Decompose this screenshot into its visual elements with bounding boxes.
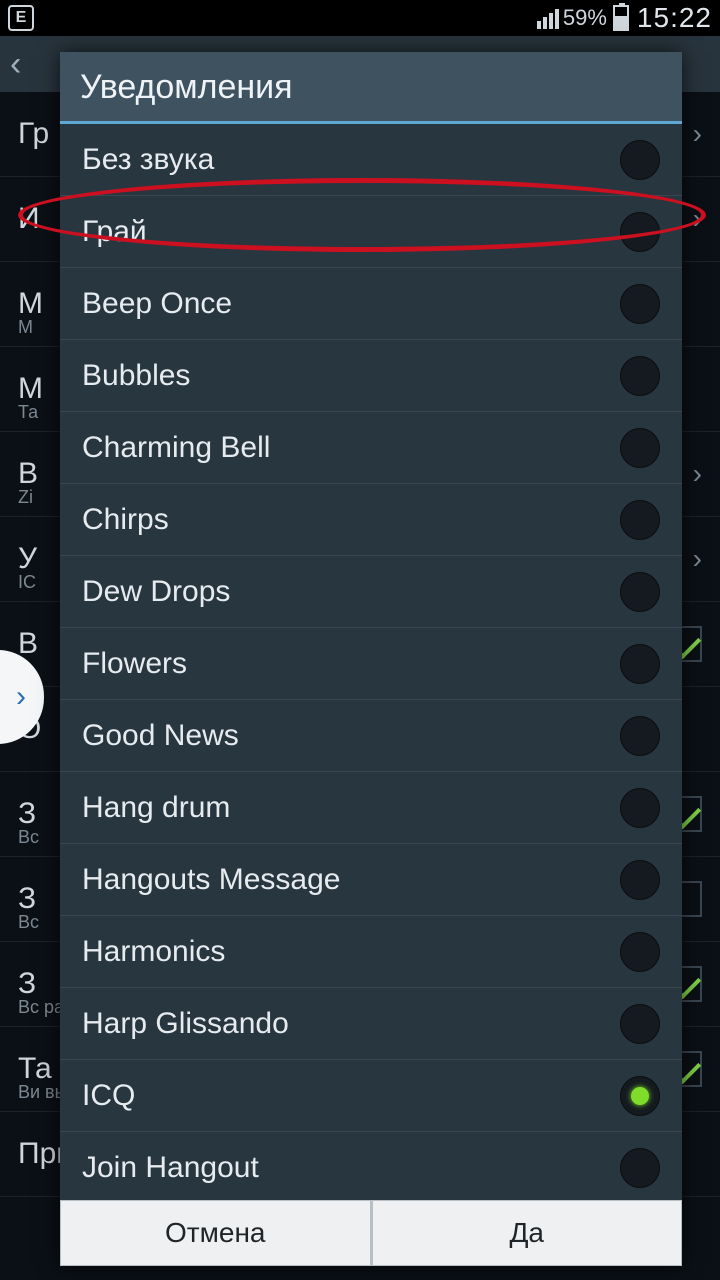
radio-button[interactable] (620, 500, 660, 540)
status-bar: E 59% 15:22 (0, 0, 720, 36)
radio-button[interactable] (620, 932, 660, 972)
chevron-right-icon: › (693, 118, 702, 150)
chevron-right-icon: › (693, 543, 702, 575)
sound-option-label: Dew Drops (82, 575, 230, 609)
bg-row-label: Та (18, 1052, 52, 1086)
sound-option[interactable]: Hangouts Message (60, 844, 682, 916)
battery-percentage: 59% (563, 5, 607, 31)
sound-option[interactable]: Dew Drops (60, 556, 682, 628)
bg-row-sublabel: Та (18, 402, 38, 423)
sound-option[interactable]: Flowers (60, 628, 682, 700)
radio-button[interactable] (620, 140, 660, 180)
bg-row-sublabel: IC (18, 572, 36, 593)
radio-button[interactable] (620, 356, 660, 396)
sound-option[interactable]: Chirps (60, 484, 682, 556)
dialog-title: Уведомления (60, 52, 682, 121)
bg-row-sublabel: Вс ра (18, 997, 64, 1018)
notification-sound-dialog: Уведомления Без звука Грай Beep Once Bubble… (60, 52, 682, 1266)
sound-option-label: Hangouts Message (82, 863, 341, 897)
radio-button[interactable] (620, 284, 660, 324)
radio-button[interactable] (620, 644, 660, 684)
sound-option[interactable]: Harp Glissando (60, 988, 682, 1060)
chevron-right-icon: › (693, 458, 702, 490)
bg-row-label: У (18, 542, 37, 576)
radio-button[interactable] (620, 1148, 660, 1188)
sound-option-label: Join Hangout (82, 1151, 259, 1185)
sound-option[interactable]: Join Hangout (60, 1132, 682, 1200)
sound-option[interactable]: Без звука (60, 124, 682, 196)
radio-button[interactable] (620, 1004, 660, 1044)
bg-row-label: З (18, 967, 36, 1001)
cancel-button[interactable]: Отмена (60, 1200, 371, 1266)
bg-row-label: З (18, 797, 36, 831)
bg-row-sublabel: М (18, 317, 33, 338)
radio-button[interactable] (620, 212, 660, 252)
clock: 15:22 (637, 2, 712, 34)
bg-row-label: И (18, 202, 40, 236)
sound-option-label: ICQ (82, 1079, 135, 1113)
sound-option[interactable]: Charming Bell (60, 412, 682, 484)
radio-button[interactable] (620, 572, 660, 612)
eset-icon: E (8, 5, 34, 31)
sound-option-label: Без звука (82, 143, 214, 177)
radio-button[interactable] (620, 428, 660, 468)
sound-option-label: Harmonics (82, 935, 225, 969)
sound-option[interactable]: Beep Once (60, 268, 682, 340)
bg-row-sublabel: Zi (18, 487, 33, 508)
ok-button[interactable]: Да (371, 1200, 683, 1266)
sound-option[interactable]: Bubbles (60, 340, 682, 412)
radio-button[interactable] (620, 716, 660, 756)
bg-row-sublabel: Вс (18, 912, 39, 933)
sound-option[interactable]: Harmonics (60, 916, 682, 988)
radio-button[interactable] (620, 860, 660, 900)
sound-option-label: Hang drum (82, 791, 230, 825)
back-icon[interactable]: ‹ (10, 45, 21, 84)
sound-option-label: Chirps (82, 503, 169, 537)
radio-button[interactable] (620, 1076, 660, 1116)
sound-option[interactable]: Hang drum (60, 772, 682, 844)
sound-option[interactable]: ICQ (60, 1060, 682, 1132)
radio-button[interactable] (620, 788, 660, 828)
chevron-right-icon: › (693, 203, 702, 235)
bg-row-label: Гр (18, 117, 49, 151)
bg-row-label: З (18, 882, 36, 916)
sound-option-label: Charming Bell (82, 431, 270, 465)
sound-option-label: Грай (82, 215, 147, 249)
bg-row-label: М (18, 287, 43, 321)
sound-option-label: Bubbles (82, 359, 190, 393)
bg-row-label: М (18, 372, 43, 406)
sound-option[interactable]: Good News (60, 700, 682, 772)
chevron-right-icon: › (16, 680, 26, 714)
signal-icon (537, 7, 559, 29)
sound-option-label: Harp Glissando (82, 1007, 289, 1041)
sound-option-label: Flowers (82, 647, 187, 681)
sound-option[interactable]: Грай (60, 196, 682, 268)
bg-row-label: В (18, 457, 38, 491)
battery-icon (613, 5, 629, 31)
sound-option-label: Good News (82, 719, 239, 753)
bg-row-sublabel: Вс (18, 827, 39, 848)
sound-option-label: Beep Once (82, 287, 232, 321)
sound-option-list[interactable]: Без звука Грай Beep Once Bubbles Charming Be… (60, 124, 682, 1200)
